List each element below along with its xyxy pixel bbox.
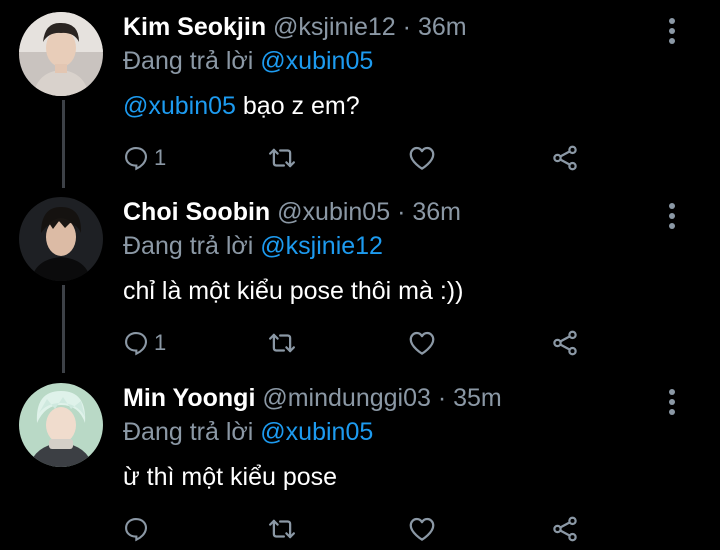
- body-content: bạo z em?: [235, 92, 360, 120]
- more-options-icon[interactable]: [660, 201, 684, 231]
- retweet-button[interactable]: [267, 511, 297, 547]
- user-handle[interactable]: @ksjinie12: [273, 13, 396, 41]
- share-button[interactable]: [550, 325, 580, 361]
- timestamp[interactable]: 36m: [418, 13, 467, 41]
- reply-button[interactable]: [122, 511, 154, 547]
- body-content: ừ thì một kiểu pose: [123, 463, 338, 491]
- replying-to: Đang trả lời @xubin05: [123, 417, 373, 447]
- more-options-icon[interactable]: [660, 16, 684, 46]
- share-button[interactable]: [550, 511, 580, 547]
- replying-to: Đang trả lời @xubin05: [123, 46, 373, 76]
- avatar[interactable]: [19, 383, 103, 467]
- display-name[interactable]: Choi Soobin: [123, 198, 270, 226]
- retweet-button[interactable]: [267, 325, 297, 361]
- share-icon: [553, 145, 577, 171]
- separator-dot: ·: [402, 13, 411, 41]
- tweet-text: ừ thì một kiểu pose: [123, 461, 337, 493]
- reply-button[interactable]: 1: [122, 325, 166, 361]
- like-icon: [409, 146, 435, 170]
- replying-to: Đang trả lời @ksjinie12: [123, 231, 383, 261]
- reply-count: 1: [154, 330, 167, 355]
- replying-to-handle[interactable]: @xubin05: [260, 47, 373, 75]
- separator-dot: ·: [397, 198, 406, 226]
- avatar[interactable]: [19, 197, 103, 281]
- like-button[interactable]: [407, 140, 437, 176]
- body-content: chỉ là một kiểu pose thôi mà :)): [123, 277, 464, 305]
- tweet-actions: 1: [122, 325, 682, 361]
- tweet-actions: [122, 511, 682, 547]
- display-name[interactable]: Min Yoongi: [123, 384, 255, 412]
- avatar[interactable]: [19, 12, 103, 96]
- share-icon: [553, 516, 577, 542]
- body-mention[interactable]: @xubin05: [123, 92, 236, 120]
- tweet-header: Kim Seokjin @ksjinie12 · 36m: [123, 12, 467, 42]
- tweet[interactable]: Kim Seokjin @ksjinie12 · 36m Đang trả lờ…: [0, 12, 720, 182]
- reply-icon: [125, 332, 147, 356]
- more-options-icon[interactable]: [660, 387, 684, 417]
- replying-to-handle[interactable]: @xubin05: [260, 418, 373, 446]
- tweet[interactable]: Choi Soobin @xubin05 · 36m Đang trả lời …: [0, 197, 720, 367]
- separator-dot: ·: [437, 384, 447, 412]
- share-icon: [553, 330, 577, 356]
- reply-button[interactable]: 1: [122, 140, 166, 176]
- replying-to-label: Đang trả lời: [123, 232, 254, 260]
- replying-to-label: Đang trả lời: [123, 47, 254, 75]
- tweet[interactable]: Min Yoongi @mindunggi03 · 35m Đang trả l…: [0, 383, 720, 550]
- user-handle[interactable]: @mindunggi03: [262, 384, 431, 412]
- reply-icon: [125, 518, 147, 542]
- display-name[interactable]: Kim Seokjin: [123, 13, 266, 41]
- retweet-icon: [269, 148, 295, 168]
- retweet-icon: [269, 333, 295, 353]
- replying-to-handle[interactable]: @ksjinie12: [260, 232, 383, 260]
- reply-count: 1: [154, 145, 167, 170]
- retweet-button[interactable]: [267, 140, 297, 176]
- replying-to-label: Đang trả lời: [123, 418, 254, 446]
- like-icon: [409, 331, 435, 355]
- tweet-header: Choi Soobin @xubin05 · 36m: [123, 197, 461, 227]
- tweet-text: @xubin05 bạo z em?: [123, 90, 360, 122]
- like-button[interactable]: [407, 511, 437, 547]
- timestamp[interactable]: 35m: [453, 384, 502, 412]
- timestamp[interactable]: 36m: [412, 198, 461, 226]
- reply-icon: [125, 147, 147, 171]
- like-icon: [409, 517, 435, 541]
- tweet-text: chỉ là một kiểu pose thôi mà :)): [123, 275, 463, 307]
- user-handle[interactable]: @xubin05: [277, 198, 390, 226]
- like-button[interactable]: [407, 325, 437, 361]
- tweet-actions: 1: [122, 140, 682, 176]
- share-button[interactable]: [550, 140, 580, 176]
- tweet-header: Min Yoongi @mindunggi03 · 35m: [123, 383, 502, 413]
- retweet-icon: [269, 519, 295, 539]
